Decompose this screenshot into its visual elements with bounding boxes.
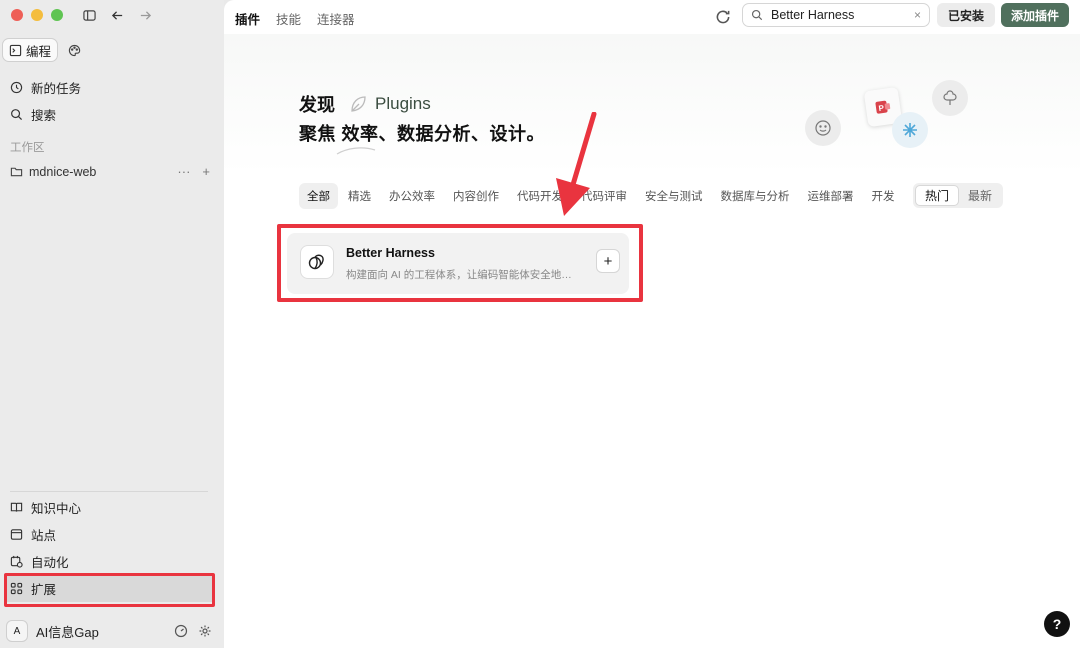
- sort-toggle: 热门 最新: [913, 183, 1004, 208]
- clear-search-icon[interactable]: ×: [914, 8, 921, 22]
- plugin-highlight-box: [277, 224, 643, 302]
- search-icon: [11, 109, 23, 121]
- mode-tab-design[interactable]: [62, 38, 87, 62]
- user-name: AI信息Gap: [36, 624, 99, 640]
- sidebar-item-label: 搜索: [31, 109, 57, 123]
- filter-featured[interactable]: 精选: [340, 183, 379, 209]
- plus-icon[interactable]: +: [202, 164, 210, 179]
- sort-latest[interactable]: 最新: [959, 185, 1001, 206]
- settings-icon[interactable]: [198, 624, 212, 638]
- calendar-clock-icon: [10, 555, 23, 568]
- smile-badge-icon: [805, 110, 841, 146]
- mode-switch: 编程: [2, 38, 87, 62]
- mode-tab-coding[interactable]: 编程: [2, 38, 59, 62]
- filter-devops[interactable]: 运维部署: [800, 183, 862, 209]
- window-controls: [11, 9, 63, 21]
- annotation-arrow: [556, 112, 597, 216]
- avatar: A: [6, 620, 28, 642]
- sidebar: 编程 新的任务 搜索 工作区 mdnice-web ··· + 知识中心 站点 …: [0, 0, 224, 648]
- top-bar: 插件 技能 连接器 Better Harness × 已安装 添加插件: [224, 0, 1080, 34]
- sort-popular[interactable]: 热门: [915, 185, 960, 206]
- tab-skills[interactable]: 技能: [276, 9, 301, 28]
- filter-all[interactable]: 全部: [299, 183, 338, 209]
- sidebar-item-label: 站点: [31, 529, 57, 543]
- hero-banner: 发现 Plugins 聚焦 效率、数据分析、设计。 P: [224, 34, 1080, 174]
- sidebar-item-search[interactable]: 搜索: [10, 101, 81, 128]
- sidebar-toggle-icon[interactable]: [80, 6, 98, 24]
- extensions-highlight-box: [4, 573, 215, 607]
- gauge-icon[interactable]: [174, 624, 188, 638]
- hero-title-en: Plugins: [375, 94, 431, 113]
- sidebar-item-automation[interactable]: 自动化: [10, 548, 212, 575]
- hero-title-cn: 发现: [299, 95, 335, 115]
- workspace-section-label: 工作区: [10, 142, 45, 154]
- hero-title: 发现 Plugins: [299, 91, 431, 117]
- tree-badge-icon: [932, 80, 968, 116]
- search-icon: [751, 9, 763, 21]
- sidebar-item-sites[interactable]: 站点: [10, 521, 212, 548]
- main-panel: 插件 技能 连接器 Better Harness × 已安装 添加插件 发现 P…: [224, 0, 1080, 648]
- filter-office[interactable]: 办公效率: [381, 183, 443, 209]
- new-task-icon: [10, 81, 23, 94]
- sidebar-item-label: 自动化: [31, 556, 69, 570]
- zoom-window-button[interactable]: [51, 9, 63, 21]
- sidebar-item-label: 新的任务: [31, 82, 82, 96]
- filter-dev[interactable]: 开发: [864, 183, 900, 209]
- book-icon: [10, 502, 23, 512]
- workspace-actions: ··· +: [177, 164, 210, 179]
- browser-icon: [10, 529, 23, 540]
- user-actions: [174, 624, 212, 638]
- swoosh-decoration: [336, 147, 376, 155]
- refresh-icon[interactable]: [714, 8, 732, 26]
- more-icon[interactable]: ···: [177, 164, 190, 179]
- add-plugin-button[interactable]: 添加插件: [1001, 3, 1069, 27]
- sidebar-divider: [10, 491, 208, 492]
- workspace-item[interactable]: mdnice-web ··· +: [10, 164, 210, 179]
- sidebar-item-label: 知识中心: [31, 502, 82, 516]
- sidebar-nav: 新的任务 搜索: [10, 74, 81, 128]
- sidebar-item-knowledge[interactable]: 知识中心: [10, 494, 212, 521]
- mode-tab-label: 编程: [26, 44, 52, 59]
- palette-icon: [68, 44, 81, 56]
- search-input[interactable]: Better Harness ×: [742, 3, 930, 27]
- filter-security[interactable]: 安全与测试: [637, 183, 711, 209]
- back-arrow-icon[interactable]: [108, 6, 126, 24]
- main-tabs: 插件 技能 连接器: [235, 9, 355, 28]
- forward-arrow-icon[interactable]: [136, 6, 154, 24]
- sparkle-badge-icon: [892, 112, 928, 148]
- filter-database[interactable]: 数据库与分析: [713, 183, 798, 209]
- help-button[interactable]: ?: [1044, 611, 1070, 637]
- terminal-icon: [9, 44, 22, 56]
- sidebar-item-new-task[interactable]: 新的任务: [10, 74, 81, 101]
- tab-plugins[interactable]: 插件: [235, 9, 260, 28]
- leaf-icon: [351, 96, 366, 112]
- hero-subtitle: 聚焦 效率、数据分析、设计。: [299, 124, 545, 144]
- search-value: Better Harness: [771, 8, 855, 22]
- folder-icon: [10, 167, 23, 177]
- filter-content[interactable]: 内容创作: [445, 183, 507, 209]
- window-toolbar: [80, 6, 154, 24]
- workspace-name: mdnice-web: [29, 164, 97, 179]
- minimize-window-button[interactable]: [31, 9, 43, 21]
- tab-connectors[interactable]: 连接器: [317, 9, 355, 28]
- close-window-button[interactable]: [11, 9, 23, 21]
- user-profile[interactable]: A AI信息Gap: [6, 620, 212, 642]
- installed-button[interactable]: 已安装: [937, 3, 995, 27]
